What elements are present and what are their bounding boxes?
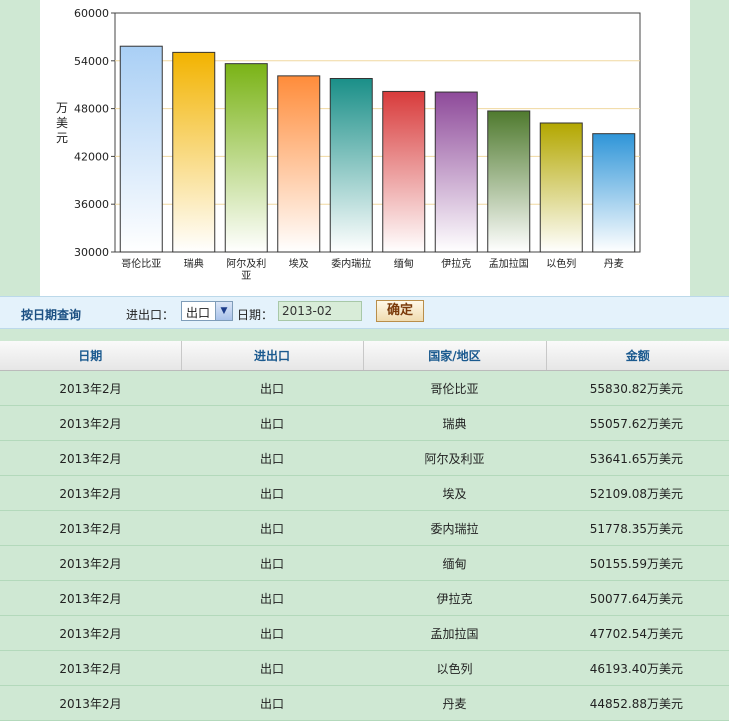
type-label: 进出口：: [126, 308, 175, 322]
cell-date: 2013年2月: [0, 580, 181, 616]
cell-country: 委内瑞拉: [363, 510, 546, 546]
cell-date: 2013年2月: [0, 405, 181, 441]
cell-country: 缅甸: [363, 545, 546, 581]
cell-date: 2013年2月: [0, 650, 181, 686]
cell-country: 丹麦: [363, 685, 546, 721]
query-bar: 按日期查询 进出口： 出口 ▼ 日期： 确定: [0, 296, 729, 329]
cell-direction: 出口: [181, 370, 363, 406]
table-row: 2013年2月 出口 伊拉克 50077.64万美元: [0, 580, 729, 616]
results-table: 日期 进出口 国家/地区 金额 2013年2月 出口 哥伦比亚 55830.82万美元…: [0, 341, 729, 721]
cell-amount: 55830.82万美元: [546, 370, 729, 406]
x-tick-label: 瑞典: [184, 257, 204, 270]
y-tick-label: 36000: [74, 198, 109, 211]
cell-direction: 出口: [181, 685, 363, 721]
cell-direction: 出口: [181, 615, 363, 651]
bar: [119, 45, 163, 253]
cell-direction: 出口: [181, 440, 363, 476]
table-header-row: 日期 进出口 国家/地区 金额: [0, 341, 729, 371]
table-row: 2013年2月 出口 委内瑞拉 51778.35万美元: [0, 510, 729, 546]
table-row: 2013年2月 出口 阿尔及利亚 53641.65万美元: [0, 440, 729, 476]
cell-amount: 46193.40万美元: [546, 650, 729, 686]
submit-button[interactable]: 确定: [376, 300, 424, 322]
cell-amount: 50077.64万美元: [546, 580, 729, 616]
bar: [224, 63, 268, 253]
table-row: 2013年2月 出口 以色列 46193.40万美元: [0, 650, 729, 686]
cell-amount: 50155.59万美元: [546, 545, 729, 581]
cell-country: 孟加拉国: [363, 615, 546, 651]
cell-amount: 53641.65万美元: [546, 440, 729, 476]
header-date: 日期: [0, 341, 181, 371]
table-row: 2013年2月 出口 孟加拉国 47702.54万美元: [0, 615, 729, 651]
bar: [382, 90, 426, 253]
header-direction: 进出口: [180, 341, 363, 371]
cell-date: 2013年2月: [0, 475, 181, 511]
x-tick-label: 孟加拉国: [489, 257, 529, 270]
bar-chart: 30000 36000 42000 48000 54000 60000 万美元哥伦比亚 瑞典 阿…: [56, 7, 641, 282]
bar: [277, 75, 321, 253]
y-tick-label: 54000: [74, 55, 109, 68]
x-tick-label: 埃及: [289, 257, 309, 270]
cell-amount: 55057.62万美元: [546, 405, 729, 441]
cell-date: 2013年2月: [0, 440, 181, 476]
table-row: 2013年2月 出口 丹麦 44852.88万美元: [0, 685, 729, 721]
cell-date: 2013年2月: [0, 545, 181, 581]
bar: [539, 122, 583, 253]
cell-date: 2013年2月: [0, 510, 181, 546]
query-title: 按日期查询: [21, 308, 82, 322]
cell-direction: 出口: [181, 580, 363, 616]
x-tick-label: 阿尔及利亚: [226, 257, 266, 282]
table-row: 2013年2月 出口 瑞典 55057.62万美元: [0, 405, 729, 441]
bar: [329, 77, 373, 253]
chevron-down-icon[interactable]: ▼: [215, 302, 232, 320]
y-axis-label: 万美元: [56, 101, 68, 145]
table-row: 2013年2月 出口 哥伦比亚 55830.82万美元: [0, 370, 729, 406]
x-tick-label: 委内瑞拉: [331, 257, 371, 270]
cell-amount: 47702.54万美元: [546, 615, 729, 651]
cell-date: 2013年2月: [0, 685, 181, 721]
x-tick-label: 哥伦比亚: [121, 257, 161, 270]
x-tick-label: 丹麦: [604, 258, 624, 270]
cell-amount: 44852.88万美元: [546, 685, 729, 721]
type-select-value: 出口: [186, 306, 211, 320]
y-tick-label: 48000: [74, 103, 109, 116]
x-tick-label: 伊拉克: [441, 257, 471, 270]
x-tick-label: 以色列: [546, 257, 576, 270]
cell-direction: 出口: [181, 475, 363, 511]
cell-direction: 出口: [181, 650, 363, 686]
type-select[interactable]: 出口 ▼: [181, 301, 233, 321]
header-amount: 金额: [545, 341, 729, 371]
cell-amount: 51778.35万美元: [546, 510, 729, 546]
cell-country: 伊拉克: [363, 580, 546, 616]
cell-country: 哥伦比亚: [363, 370, 546, 406]
x-tick-label: 缅甸: [394, 257, 414, 270]
cell-country: 以色列: [363, 650, 546, 686]
bar: [487, 110, 531, 253]
cell-country: 埃及: [363, 475, 546, 511]
cell-direction: 出口: [181, 545, 363, 581]
cell-country: 瑞典: [363, 405, 546, 441]
y-tick-label: 30000: [74, 246, 109, 259]
cell-date: 2013年2月: [0, 615, 181, 651]
bar: [172, 51, 216, 253]
y-tick-label: 42000: [74, 150, 109, 163]
table-row: 2013年2月 出口 缅甸 50155.59万美元: [0, 545, 729, 581]
cell-amount: 52109.08万美元: [546, 475, 729, 511]
y-tick-label: 60000: [74, 7, 109, 20]
chart-panel: 30000 36000 42000 48000 54000 60000 万美元哥伦比亚 瑞典 阿…: [40, 0, 690, 296]
results-table-wrap: 日期 进出口 国家/地区 金额 2013年2月 出口 哥伦比亚 55830.82万美元…: [0, 341, 729, 721]
date-input[interactable]: [278, 301, 362, 321]
cell-direction: 出口: [181, 510, 363, 546]
date-label: 日期：: [237, 308, 274, 322]
bar: [592, 133, 636, 253]
bar: [434, 91, 478, 253]
header-country: 国家/地区: [362, 341, 546, 371]
cell-direction: 出口: [181, 405, 363, 441]
table-row: 2013年2月 出口 埃及 52109.08万美元: [0, 475, 729, 511]
cell-date: 2013年2月: [0, 370, 181, 406]
cell-country: 阿尔及利亚: [363, 440, 546, 476]
